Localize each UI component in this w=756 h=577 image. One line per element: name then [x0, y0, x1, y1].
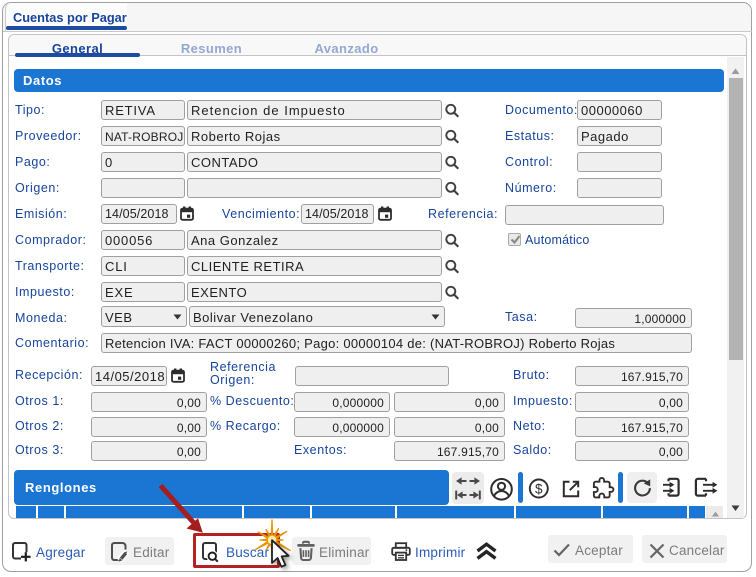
- svg-text:$: $: [535, 481, 543, 496]
